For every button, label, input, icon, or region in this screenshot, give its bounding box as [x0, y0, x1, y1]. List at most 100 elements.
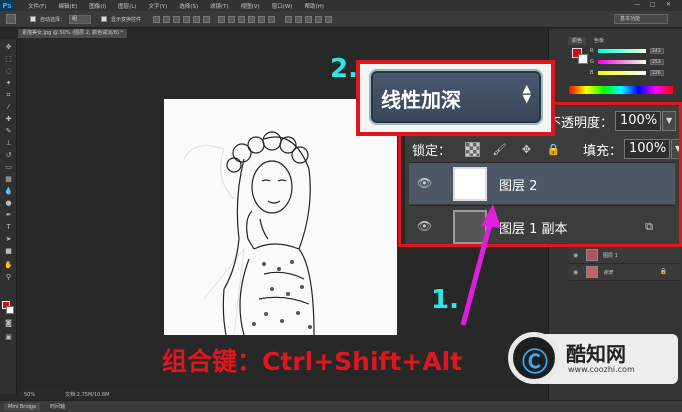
magic-wand-tool-icon[interactable]: ✦ [4, 79, 13, 87]
align-icon[interactable] [163, 15, 171, 23]
workspace-label: 基本功能 [620, 16, 641, 22]
layer-thumbnail [586, 249, 598, 261]
distribute-icon[interactable] [248, 15, 256, 23]
dodge-tool-icon[interactable]: ● [4, 199, 13, 207]
menu-items: 文件(F) 编辑(E) 图像(I) 图层(L) 文字(Y) 选择(S) 滤镜(T… [22, 2, 330, 10]
blend-mode-dropdown[interactable]: 线性加深 ▲ ▼ [369, 69, 543, 125]
slider-label: B [590, 69, 594, 76]
tab-color[interactable]: 颜色 [568, 37, 587, 45]
auto-select-dropdown[interactable]: 组 [69, 14, 92, 24]
tools-panel: ✥ ⬚ ◌ ✦ ⌗ ⁄ ✚ ✎ ⊥ ↺ ▭ ▦ 💧 ● ✒ T ➤ ■ ✋ ⚲ … [0, 39, 17, 394]
slider-value[interactable]: 243 [650, 47, 664, 54]
layer-name: 图层 1 [603, 253, 618, 259]
pen-tool-icon[interactable]: ✒ [4, 211, 13, 219]
align-icon[interactable] [173, 15, 181, 23]
step-2-label: 2. [330, 54, 358, 84]
layer-thumbnail [586, 266, 598, 278]
slider-track[interactable] [598, 70, 646, 75]
menu-filter[interactable]: 滤镜(T) [204, 2, 235, 10]
layer-row-mini[interactable]: ◉ 图层 1 [569, 247, 681, 264]
zoom-level[interactable]: 50% [24, 392, 35, 398]
distribute-icon[interactable] [258, 15, 266, 23]
history-brush-tool-icon[interactable]: ↺ [4, 151, 13, 159]
slider-green: G 253 [590, 58, 680, 65]
move-tool-icon[interactable]: ✥ [4, 43, 13, 51]
auto-select-value: 组 [72, 15, 78, 22]
options-bar: 自动选择： 组 显示变换控件 基本功能 [0, 11, 682, 28]
maximize-icon[interactable]: □ [650, 1, 656, 8]
workspace-switcher[interactable]: 基本功能 [614, 14, 668, 24]
distribute-icon[interactable] [228, 15, 236, 23]
menu-bar: Ps 文件(F) 编辑(E) 图像(I) 图层(L) 文字(Y) 选择(S) 滤… [0, 0, 682, 11]
distribute-icon[interactable] [268, 15, 276, 23]
auto-select-label: 自动选择： [40, 16, 66, 23]
menu-help[interactable]: 帮助(H) [298, 2, 329, 10]
menu-type[interactable]: 文字(Y) [143, 2, 174, 10]
timeline-tab[interactable]: 时间轴 [46, 403, 69, 411]
slider-blue: B 226 [590, 69, 680, 76]
watermark-logo-icon: Ⓒ [508, 332, 560, 384]
eraser-tool-icon[interactable]: ▭ [4, 163, 13, 171]
show-transform-checkbox[interactable] [101, 16, 108, 22]
tab-swatches[interactable]: 色板 [590, 37, 608, 45]
layer-row-mini[interactable]: ◉ 背景 🔒 [569, 264, 681, 281]
menu-layer[interactable]: 图层(L) [112, 2, 142, 10]
slider-track[interactable] [598, 59, 646, 64]
eye-icon[interactable]: ◉ [573, 269, 578, 276]
quick-mask-icon[interactable]: ◙ [4, 319, 13, 327]
distribute-icon[interactable] [218, 15, 226, 23]
3d-mode-icon[interactable] [315, 15, 323, 23]
watermark-title: 酷知网 [566, 342, 626, 366]
menu-window[interactable]: 窗口(W) [266, 2, 299, 10]
zoom-tool-icon[interactable]: ⚲ [4, 273, 13, 281]
blend-mode-value: 线性加深 [381, 88, 461, 112]
lock-icon: 🔒 [659, 268, 667, 275]
3d-mode-icon[interactable] [305, 15, 313, 23]
menu-edit[interactable]: 编辑(E) [52, 2, 83, 10]
type-tool-icon[interactable]: T [4, 223, 13, 231]
menu-view[interactable]: 视图(V) [235, 2, 266, 10]
color-spectrum[interactable] [569, 86, 673, 94]
slider-red: R 243 [590, 47, 680, 54]
align-icon[interactable] [193, 15, 201, 23]
menu-file[interactable]: 文件(F) [22, 2, 52, 10]
background-color-swatch[interactable] [6, 306, 14, 314]
3d-mode-icon[interactable] [295, 15, 303, 23]
distribute-icon[interactable] [238, 15, 246, 23]
mini-bridge-tab[interactable]: Mini Bridge [4, 403, 41, 411]
slider-value[interactable]: 226 [650, 69, 664, 76]
slider-label: R [590, 47, 594, 54]
3d-mode-icon[interactable] [285, 15, 293, 23]
align-icon[interactable] [183, 15, 191, 23]
menu-select[interactable]: 选择(S) [173, 2, 204, 10]
eyedropper-tool-icon[interactable]: ⁄ [4, 103, 13, 111]
3d-mode-icon[interactable] [325, 15, 333, 23]
lasso-tool-icon[interactable]: ◌ [4, 67, 13, 75]
screen-mode-icon[interactable]: ▣ [4, 333, 13, 341]
document-tab[interactable]: 素描美女.jpg @ 50% (图层 2, 颜色减淡/8) * [18, 29, 128, 38]
crop-tool-icon[interactable]: ⌗ [4, 91, 13, 99]
healing-brush-tool-icon[interactable]: ✚ [4, 115, 13, 123]
brush-tool-icon[interactable]: ✎ [4, 127, 13, 135]
minimize-icon[interactable]: — [634, 1, 640, 8]
align-icon[interactable] [153, 15, 161, 23]
clone-stamp-tool-icon[interactable]: ⊥ [4, 139, 13, 147]
background-color-chip[interactable] [578, 54, 588, 64]
shortcut-caption: 组合键：Ctrl+Shift+Alt [162, 347, 463, 376]
slider-track[interactable] [598, 48, 646, 53]
auto-select-checkbox[interactable] [30, 16, 36, 22]
close-icon[interactable]: ✕ [666, 1, 671, 8]
move-tool-icon[interactable] [6, 14, 16, 24]
align-icon[interactable] [203, 15, 211, 23]
menu-image[interactable]: 图像(I) [83, 2, 112, 10]
gradient-tool-icon[interactable]: ▦ [4, 175, 13, 183]
marquee-tool-icon[interactable]: ⬚ [4, 55, 13, 63]
hand-tool-icon[interactable]: ✋ [4, 261, 13, 269]
status-bar: 50% 文档:2.75M/10.8M [18, 390, 548, 399]
blur-tool-icon[interactable]: 💧 [4, 187, 13, 195]
path-selection-tool-icon[interactable]: ➤ [4, 235, 13, 243]
eye-icon[interactable]: ◉ [573, 252, 578, 259]
shape-tool-icon[interactable]: ■ [4, 247, 13, 255]
slider-value[interactable]: 253 [650, 58, 664, 65]
slider-label: G [590, 58, 594, 65]
